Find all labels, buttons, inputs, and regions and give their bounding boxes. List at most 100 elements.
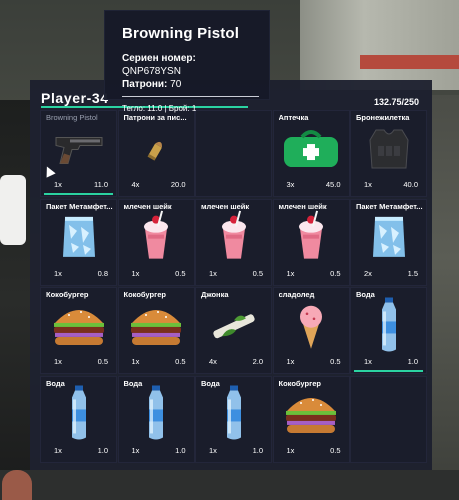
- slot-weight: 40.0: [403, 180, 418, 189]
- water-bottle-icon: [67, 385, 91, 446]
- inventory-slot[interactable]: млечен шейк 1x 0.5: [117, 198, 195, 286]
- slot-item-name: млечен шейк: [201, 201, 250, 211]
- tooltip-ammo-value: 70: [170, 79, 182, 90]
- background-character-hand: [2, 470, 32, 500]
- slot-quantity: 3x: [286, 180, 295, 189]
- slot-weight: 1.5: [407, 268, 418, 278]
- inventory-slot[interactable]: Вода 1x 1.0: [350, 287, 427, 374]
- burger-icon: [49, 302, 109, 353]
- slot-weight: 45.0: [325, 180, 341, 189]
- slot-item-name: Пакет Метамфет...: [356, 201, 423, 211]
- inventory-grid: Browning Pistol 1x 11.0 Патрони за пис... 4x…: [40, 110, 428, 465]
- background-character-leg: [0, 175, 26, 245]
- inventory-slot[interactable]: Бронежилетка 1x 40.0: [350, 110, 427, 197]
- tooltip-ammo: Патрони: 70: [122, 78, 252, 91]
- water-bottle-icon: [144, 385, 168, 446]
- slot-quantity: 1x: [54, 357, 62, 366]
- slot-item-name: Бронежилетка: [356, 113, 410, 122]
- ice-cream-icon: [294, 300, 328, 355]
- background-red-stripe: [360, 55, 459, 69]
- inventory-slot[interactable]: [350, 375, 427, 463]
- joint-icon: [206, 306, 262, 351]
- background-floor: [0, 470, 459, 500]
- tooltip-title: Browning Pistol: [122, 25, 240, 42]
- milkshake-icon: [139, 210, 173, 268]
- slot-quantity: 1x: [209, 268, 217, 278]
- inventory-slot[interactable]: Кокобургер 1x 0.5: [272, 375, 350, 463]
- slot-weight: 1.0: [175, 445, 186, 455]
- tooltip-serial: Сериен номер: QNP678YSN: [122, 52, 252, 78]
- slot-weight: 0.5: [330, 445, 341, 455]
- slot-weight: 11.0: [93, 180, 108, 189]
- slot-item-name: млечен шейк: [278, 201, 327, 211]
- inventory-slot[interactable]: Вода 1x 1.0: [40, 375, 117, 463]
- vest-icon: [366, 125, 412, 176]
- slot-item-name: Кокобургер: [46, 290, 89, 299]
- slot-quantity: 2x: [364, 268, 372, 278]
- inventory-slot[interactable]: Пакет Метамфет... 2x 1.5: [350, 198, 427, 286]
- inventory-slot[interactable]: млечен шейк 1x 0.5: [272, 198, 350, 286]
- inventory-slot[interactable]: Патрони за пис... 4x 20.0: [117, 110, 195, 197]
- slot-item-name: Browning Pistol: [46, 113, 98, 122]
- milkshake-icon: [294, 210, 328, 268]
- slot-quantity: 1x: [54, 268, 62, 278]
- slot-weight: 0.5: [330, 268, 341, 278]
- burger-icon: [126, 302, 186, 353]
- inventory-slot[interactable]: [195, 110, 272, 197]
- medkit-icon: [280, 127, 342, 176]
- slot-quantity: 1x: [54, 445, 62, 455]
- inventory-slot[interactable]: Джонка 4x 2.0: [195, 287, 272, 374]
- slot-item-name: Кокобургер: [123, 290, 166, 299]
- inventory-slot[interactable]: Кокобургер 1x 0.5: [40, 287, 117, 374]
- slot-weight: 0.5: [175, 268, 186, 278]
- water-bottle-icon: [222, 385, 246, 446]
- slot-quantity: 1x: [364, 180, 372, 189]
- slot-durability-bar: [44, 193, 113, 195]
- slot-weight: 20.0: [170, 180, 186, 189]
- inventory-slot[interactable]: Пакет Метамфет... 1x 0.8: [40, 198, 117, 286]
- slot-item-name: Джонка: [201, 290, 229, 299]
- inventory-slot[interactable]: сладолед 1x 0.5: [272, 287, 350, 374]
- inventory-slot[interactable]: млечен шейк 1x 0.5: [195, 198, 272, 286]
- inventory-slot[interactable]: Вода 1x 1.0: [195, 375, 272, 463]
- ice-bag-icon: [59, 213, 99, 266]
- bullet-icon: [145, 136, 167, 167]
- slot-weight: 0.5: [330, 357, 341, 366]
- pistol-icon: [52, 131, 106, 172]
- slot-quantity: 1x: [364, 357, 372, 366]
- slot-quantity: 1x: [286, 357, 295, 366]
- burger-icon: [281, 391, 341, 442]
- slot-item-name: Пакет Метамфет...: [46, 201, 113, 211]
- background-garage-door: [300, 0, 459, 90]
- inventory-slot[interactable]: Аптечка 3x 45.0: [272, 110, 350, 197]
- slot-weight: 0.5: [252, 268, 263, 278]
- slot-item-name: Аптечка: [278, 113, 309, 122]
- slot-weight: 0.5: [97, 357, 108, 366]
- item-tooltip: Browning Pistol Сериен номер: QNP678YSN …: [104, 10, 270, 113]
- slot-quantity: 1x: [131, 357, 140, 366]
- inventory-slot[interactable]: Вода 1x 1.0: [117, 375, 195, 463]
- slot-quantity: 1x: [209, 445, 217, 455]
- slot-weight: 0.5: [175, 357, 186, 366]
- tooltip-serial-label: Сериен номер:: [122, 53, 196, 64]
- inventory-slot[interactable]: Browning Pistol 1x 11.0: [40, 110, 117, 197]
- inventory-slot[interactable]: Кокобургер 1x 0.5: [117, 287, 195, 374]
- slot-quantity: 1x: [54, 180, 62, 189]
- background-right-wall: [432, 95, 459, 500]
- inventory-panel: Player-34 132.75/250 Browning Pistol 1x 11…: [30, 80, 432, 470]
- slot-weight: 1.0: [97, 445, 108, 455]
- slot-item-name: сладолед: [278, 290, 315, 299]
- slot-weight: 1.0: [252, 445, 263, 455]
- inventory-weight: 132.75/250: [373, 97, 419, 107]
- background-character-left: [0, 100, 30, 500]
- slot-quantity: 1x: [286, 445, 295, 455]
- slot-weight: 2.0: [252, 357, 263, 366]
- slot-quantity: 4x: [209, 357, 217, 366]
- tooltip-footer: Тегло: 11.0 | Брой: 1: [122, 104, 197, 113]
- slot-quantity: 1x: [131, 445, 140, 455]
- slot-durability-bar: [354, 370, 423, 372]
- milkshake-icon: [217, 210, 251, 268]
- tooltip-divider: [122, 96, 259, 97]
- ice-bag-icon: [369, 213, 409, 266]
- slot-quantity: 1x: [286, 268, 295, 278]
